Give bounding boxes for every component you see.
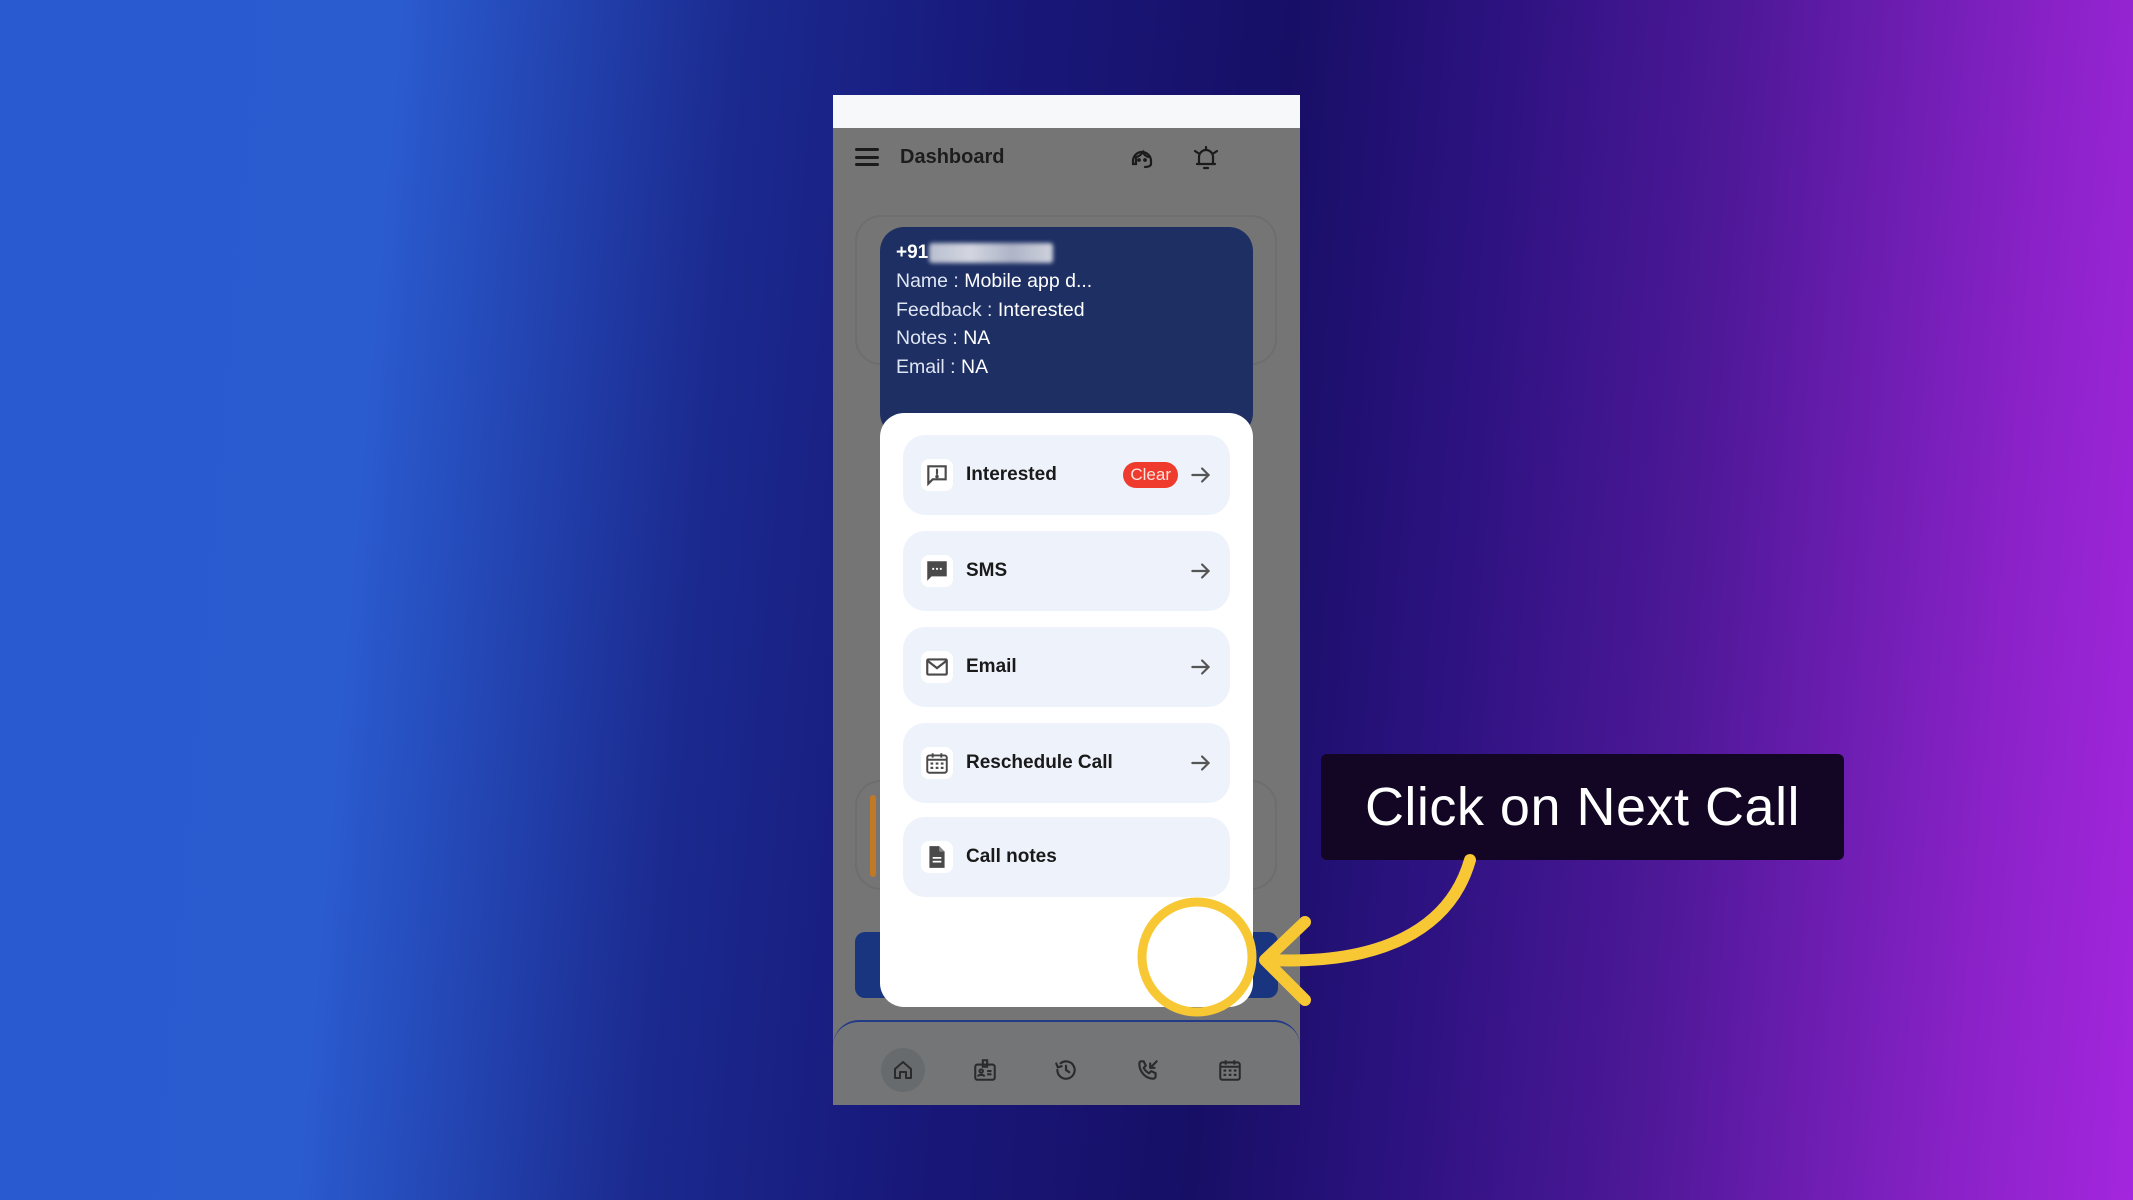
contact-phone: +91: [896, 242, 1054, 264]
annotation-arrow-curve: [1264, 854, 1476, 967]
support-agent-icon[interactable]: [1126, 142, 1158, 174]
alarm-bell-icon[interactable]: [1190, 142, 1222, 174]
redacted-number: [929, 242, 1054, 263]
history-icon: [1055, 1060, 1076, 1080]
action-item-sms[interactable]: SMS: [903, 531, 1230, 611]
action-item-reschedule-call[interactable]: Reschedule Call: [903, 723, 1230, 803]
page-title: Dashboard: [900, 146, 1005, 168]
calendar-icon: [1219, 1060, 1241, 1081]
clear-badge[interactable]: Clear: [1123, 462, 1178, 488]
sms-icon: [921, 555, 953, 587]
contact-email: Email : NA: [896, 356, 989, 378]
contact-name: Name : Mobile app d...: [896, 270, 1093, 292]
nav-calendar[interactable]: [1208, 1048, 1252, 1092]
arrow-right-icon: [1191, 755, 1211, 771]
background-card-accent: [870, 795, 876, 877]
calendar-icon: [921, 747, 953, 779]
incoming-call-icon: [1138, 1060, 1158, 1080]
id-badge-icon: [974, 1059, 996, 1081]
feedback-alert-icon: [921, 459, 953, 491]
contact-card[interactable]: +91 Name : Mobile app d... Feedback : In…: [880, 227, 1253, 437]
arrow-right-icon: [1191, 563, 1211, 579]
callout-text: Click on Next Call: [1364, 777, 1801, 837]
action-item-email[interactable]: Email: [903, 627, 1230, 707]
action-item-call-notes[interactable]: Call notes: [903, 817, 1230, 897]
contact-notes: Notes : NA: [896, 327, 991, 349]
nav-contacts[interactable]: [963, 1048, 1007, 1092]
phone-screen: Dashboard +91 Name : Mobile app d... Fee…: [833, 95, 1300, 1105]
action-item-interested[interactable]: Interested Clear: [903, 435, 1230, 515]
email-icon: [921, 651, 953, 683]
hamburger-menu-icon[interactable]: [855, 148, 879, 168]
document-icon: [921, 841, 953, 873]
tutorial-callout: Click on Next Call: [1321, 754, 1844, 860]
arrow-right-icon: [1191, 659, 1211, 675]
home-icon: [894, 1061, 912, 1079]
nav-calls[interactable]: [1126, 1048, 1170, 1092]
status-bar: [833, 95, 1300, 128]
contact-feedback: Feedback : Interested: [896, 299, 1085, 321]
action-sheet: Interested Clear SMS Email Reschedule Ca…: [880, 413, 1253, 1079]
nav-history[interactable]: [1044, 1048, 1088, 1092]
arrow-right-icon: [1191, 467, 1211, 483]
app-header: Dashboard: [833, 128, 1300, 192]
bottom-nav: [833, 1020, 1300, 1105]
nav-home[interactable]: [881, 1048, 925, 1092]
